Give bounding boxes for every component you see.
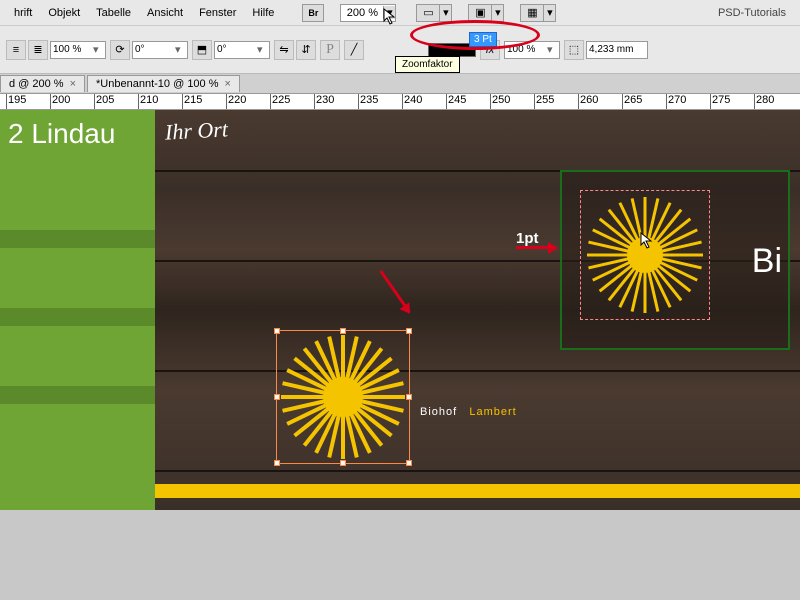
menu-schrift[interactable]: hrift	[6, 7, 40, 19]
shear-icon[interactable]: ⬒	[192, 40, 212, 60]
canvas-area[interactable]: 2 Lindau Ihr Ort Biohof Lambert 1pt Bi	[0, 110, 800, 510]
bridge-button[interactable]: Br	[302, 4, 324, 22]
dimension-input[interactable]	[586, 41, 648, 59]
menu-hilfe[interactable]: Hilfe	[244, 7, 282, 19]
yellow-stripe	[155, 484, 800, 498]
view-mode-1[interactable]: ▭▾	[416, 4, 452, 22]
selection-box	[276, 330, 410, 464]
opacity-input-2[interactable]: ▾	[504, 41, 560, 59]
stroke-pt-label: 1pt	[516, 230, 539, 247]
biohof-lambert-text: Biohof Lambert	[420, 380, 517, 425]
stroke-weight-input[interactable]: 3 Pt	[469, 32, 497, 47]
paragraph-icon[interactable]: P	[320, 40, 340, 60]
document-tab-2[interactable]: *Unbenannt-10 @ 100 %×	[87, 75, 240, 92]
flip-h-icon[interactable]: ⇋	[274, 40, 294, 60]
menu-ansicht[interactable]: Ansicht	[139, 7, 191, 19]
opacity-input-1[interactable]: ▾	[50, 41, 106, 59]
selected-sun-logo[interactable]	[278, 332, 408, 462]
shear-input[interactable]: ▾	[214, 41, 270, 59]
ihr-ort-text: Ihr Ort	[164, 116, 228, 145]
menu-fenster[interactable]: Fenster	[191, 7, 244, 19]
menu-objekt[interactable]: Objekt	[40, 7, 88, 19]
menu-tabelle[interactable]: Tabelle	[88, 7, 139, 19]
align-icon-1[interactable]: ≡	[6, 40, 26, 60]
close-icon[interactable]: ×	[225, 78, 231, 90]
horizontal-ruler: 1952002052102152202252302352402452502552…	[0, 94, 800, 110]
stroke-type-icon[interactable]: ╱	[344, 40, 364, 60]
crop-icon[interactable]: ⬚	[564, 40, 584, 60]
arrange-button[interactable]: ▦▾	[520, 4, 556, 22]
green-panel: 2 Lindau	[0, 110, 155, 510]
lindau-text: 2 Lindau	[0, 110, 155, 150]
annotation-arrow-2	[516, 246, 556, 249]
zoom-field[interactable]	[341, 7, 383, 19]
inset-preview: 1pt Bi	[560, 170, 790, 350]
cursor-icon	[383, 8, 397, 26]
document-tab-1[interactable]: d @ 200 %×	[0, 75, 85, 92]
rotate-input-1[interactable]: ▾	[132, 41, 188, 59]
close-icon[interactable]: ×	[70, 78, 76, 90]
bi-text-cropped: Bi	[752, 242, 782, 281]
rotate-icon[interactable]: ⟳	[110, 40, 130, 60]
view-mode-2[interactable]: ▣▾	[468, 4, 504, 22]
psd-tutorials-link[interactable]: PSD-Tutorials	[710, 7, 794, 19]
flip-v-icon[interactable]: ⇵	[296, 40, 316, 60]
zoom-tooltip: Zoomfaktor	[395, 56, 460, 73]
align-icon-2[interactable]: ≣	[28, 40, 48, 60]
cursor-icon	[640, 232, 654, 250]
